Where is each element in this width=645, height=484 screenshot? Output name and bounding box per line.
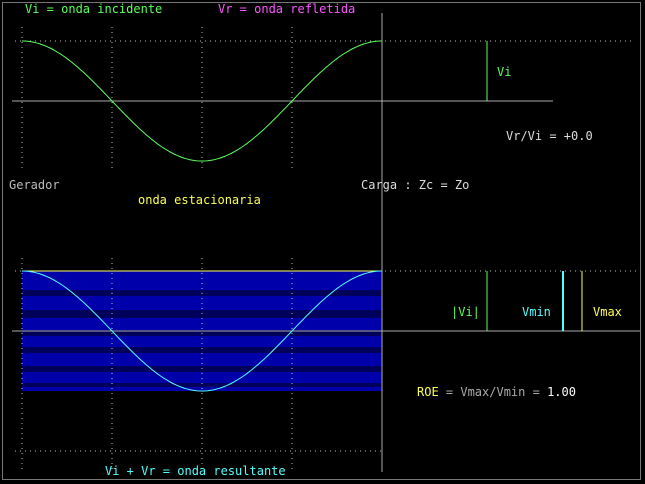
wave-plots bbox=[12, 13, 640, 472]
generator-label: Gerador bbox=[9, 178, 60, 192]
standing-wave-title: onda estacionaria bbox=[138, 193, 261, 207]
band-stripe bbox=[22, 347, 382, 353]
ratio-label: Vr/Vi = bbox=[506, 129, 564, 143]
standing-wave-simulator: Vi = onda incidente Vr = onda refletida … bbox=[0, 0, 645, 484]
vmax-label: Vmax bbox=[593, 305, 622, 319]
resultant-label: Vi + Vr = onda resultante bbox=[105, 464, 286, 478]
abs-vi-label: |Vi| bbox=[451, 305, 480, 319]
roe-formula: = Vmax/Vmin = bbox=[438, 385, 548, 399]
load-label: Carga : Zc = Zo bbox=[361, 178, 470, 192]
legend-reflected: Vr = onda refletida bbox=[218, 2, 356, 16]
roe-readout: ROE = Vmax/Vmin = 1.00 bbox=[417, 385, 576, 399]
vmin-label: Vmin bbox=[522, 305, 551, 319]
legend-incident: Vi = onda incidente bbox=[25, 2, 163, 16]
vi-label: Vi bbox=[497, 65, 512, 79]
ratio-value: +0.0 bbox=[563, 129, 593, 143]
roe-value: 1.00 bbox=[547, 385, 576, 399]
reflection-ratio: Vr/Vi = +0.0 bbox=[506, 129, 593, 143]
roe-label: ROE bbox=[417, 385, 439, 399]
